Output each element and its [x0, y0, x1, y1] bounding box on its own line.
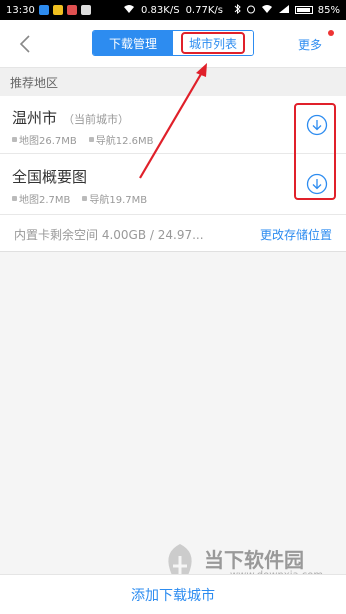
map-icon — [12, 137, 17, 142]
map-size-text: 地图26.7MB — [19, 136, 77, 147]
net-down-speed: 0.83K/S — [141, 4, 180, 16]
bluetooth-icon — [234, 3, 241, 17]
status-bar: 13:30 0.83K/S 0.77K/s 85% — [0, 0, 346, 20]
watermark-name: 当下软件园 — [204, 548, 304, 572]
map-icon — [12, 196, 17, 201]
status-right: 85% — [234, 0, 340, 20]
signal-icon — [278, 4, 290, 17]
tab-download-manager[interactable]: 下载管理 — [93, 31, 173, 55]
nav-icon — [82, 196, 88, 201]
annotation-box — [294, 103, 336, 200]
wifi-icon — [123, 4, 135, 17]
change-storage-link[interactable]: 更改存储位置 — [260, 226, 332, 243]
more-button[interactable]: 更多 — [298, 36, 322, 53]
map-size-text: 地图2.7MB — [19, 195, 71, 206]
nav-size: 导航19.7MB — [82, 191, 147, 206]
app-header: 下载管理 城市列表 更多 — [0, 20, 346, 68]
current-city-note: （当前城市） — [63, 113, 130, 126]
region-name: 全国概要图 — [12, 168, 88, 186]
battery-percent: 85% — [317, 4, 340, 16]
battery-icon — [294, 6, 313, 14]
nav-size: 导航12.6MB — [88, 132, 154, 147]
section-header: 推荐地区 — [0, 68, 346, 96]
annotation-box — [181, 32, 245, 54]
nav-size-text: 导航19.7MB — [89, 195, 148, 206]
map-size: 地图2.7MB — [12, 191, 70, 206]
add-download-city-button[interactable]: 添加下载城市 — [0, 574, 346, 614]
notification-dot — [328, 30, 334, 36]
net-up-speed: 0.77K/s — [185, 4, 223, 16]
map-size: 地图26.7MB — [12, 132, 77, 147]
empty-area — [0, 252, 346, 574]
wifi-icon — [261, 4, 273, 17]
item-title: 全国概要图 — [12, 166, 87, 187]
storage-row: 内置卡剩余空间 4.00GB / 24.97... 更改存储位置 — [0, 214, 346, 252]
nav-icon — [88, 137, 94, 142]
section-title: 推荐地区 — [10, 75, 59, 90]
city-name: 温州市 — [12, 109, 58, 127]
item-meta: 地图26.7MB 导航12.6MB — [12, 132, 154, 147]
storage-info: 内置卡剩余空间 4.00GB / 24.97... — [14, 228, 204, 242]
back-icon[interactable] — [16, 34, 36, 54]
item-meta: 地图2.7MB 导航19.7MB — [12, 191, 147, 206]
add-download-city-label: 添加下载城市 — [131, 587, 215, 604]
nav-size-text: 导航12.6MB — [95, 136, 154, 147]
item-title: 温州市 （当前城市） — [12, 107, 129, 128]
alarm-icon — [246, 4, 256, 17]
